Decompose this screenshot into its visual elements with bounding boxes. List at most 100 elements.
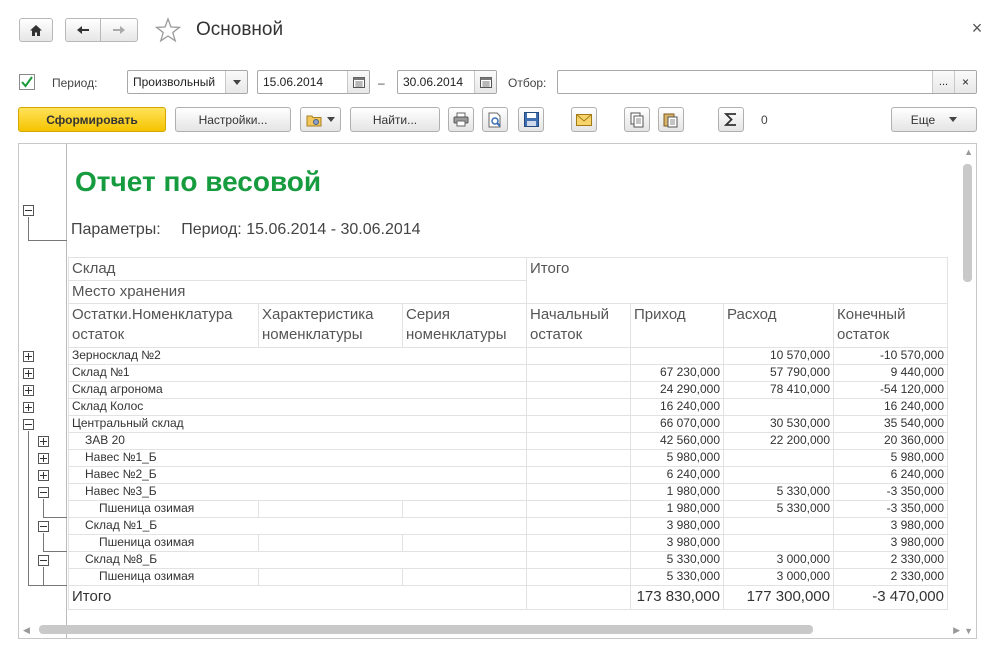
horizontal-scrollbar-thumb[interactable] (39, 625, 813, 634)
header-series: Серия номенклатуры (402, 303, 527, 348)
checkmark-icon (19, 74, 35, 90)
sum-value: 0 (761, 113, 768, 127)
row-characteristic (258, 534, 403, 552)
find-button[interactable]: Найти... (350, 107, 440, 132)
home-button[interactable] (19, 18, 53, 42)
settings-button[interactable]: Настройки... (175, 107, 291, 132)
period-type-select[interactable]: Произвольный (127, 70, 248, 94)
parameters-label: Параметры: (71, 221, 161, 238)
row-expense: 5 330,000 (723, 483, 834, 501)
header-income: Приход (630, 303, 724, 348)
row-opening (526, 381, 631, 399)
row-income: 6 240,000 (630, 466, 724, 484)
print-button[interactable] (448, 107, 474, 132)
row-closing: 9 440,000 (833, 364, 948, 382)
row-opening (526, 517, 631, 535)
expand-row-button[interactable] (23, 368, 34, 379)
filter-clear-button[interactable]: × (954, 71, 976, 93)
more-button[interactable]: Еще (891, 107, 977, 132)
date-to-calendar-button[interactable] (474, 71, 496, 93)
row-name: Склад №1_Б (68, 517, 527, 535)
report-document[interactable]: Отчет по весовой Параметры: Период: 15.0… (18, 143, 977, 639)
table-row: Склад №1_Б 3 980,000 3 980,000 (68, 517, 948, 535)
row-closing: 20 360,000 (833, 432, 948, 450)
expand-row-button[interactable] (23, 402, 34, 413)
print-preview-icon (488, 112, 501, 127)
close-button[interactable]: × (969, 18, 985, 38)
group-line (28, 431, 29, 585)
row-expense: 3 000,000 (723, 551, 834, 569)
row-closing: -3 350,000 (833, 500, 948, 518)
table-row: Склад №8_Б 5 330,000 3 000,000 2 330,000 (68, 551, 948, 569)
more-label: Еще (910, 112, 936, 127)
row-income: 3 980,000 (630, 534, 724, 552)
date-from-calendar-button[interactable] (347, 71, 369, 93)
expand-row-button[interactable] (38, 436, 49, 447)
scroll-up-arrow[interactable]: ▲ (964, 147, 973, 157)
group-line (43, 533, 44, 551)
row-opening (526, 347, 631, 365)
row-name: Зерносклад №2 (68, 347, 527, 365)
report-variants-button[interactable] (300, 107, 341, 132)
collapse-row-button[interactable] (23, 419, 34, 430)
paste-button[interactable] (658, 107, 684, 132)
table-row: Навес №1_Б 5 980,000 5 980,000 (68, 449, 948, 467)
arrow-left-icon (77, 26, 89, 34)
save-button[interactable] (518, 107, 544, 132)
expand-row-button[interactable] (38, 453, 49, 464)
row-income: 5 330,000 (630, 551, 724, 569)
row-expense (723, 398, 834, 416)
scroll-down-arrow[interactable]: ▼ (964, 626, 973, 636)
table-row: Пшеница озимая 3 980,000 3 980,000 (68, 534, 948, 552)
row-expense (723, 449, 834, 467)
row-opening (526, 534, 631, 552)
chevron-down-icon (949, 117, 958, 122)
forward-button[interactable] (100, 18, 138, 42)
date-to-field[interactable]: 30.06.2014 (397, 70, 497, 94)
collapse-row-button[interactable] (38, 555, 49, 566)
header-characteristic: Характеристика номенклатуры (258, 303, 403, 348)
favorite-star-button[interactable] (154, 17, 182, 46)
row-closing: -10 570,000 (833, 347, 948, 365)
date-from-field[interactable]: 15.06.2014 (257, 70, 370, 94)
expand-row-button[interactable] (23, 351, 34, 362)
collapse-row-button[interactable] (38, 521, 49, 532)
printer-icon (453, 112, 469, 127)
send-mail-button[interactable] (571, 107, 597, 132)
scroll-right-arrow[interactable]: ▶ (953, 625, 960, 636)
print-preview-button[interactable] (482, 107, 508, 132)
row-name: Навес №2_Б (68, 466, 527, 484)
collapse-row-button[interactable] (38, 487, 49, 498)
vertical-scrollbar-thumb[interactable] (963, 164, 972, 282)
scroll-left-arrow[interactable]: ◀ (23, 625, 30, 636)
period-label: Период: (52, 76, 98, 90)
row-income: 3 980,000 (630, 517, 724, 535)
header-item: Остатки.Номенклатура остаток (68, 303, 259, 348)
row-closing: 6 240,000 (833, 466, 948, 484)
date-from-value: 15.06.2014 (263, 75, 324, 89)
copy-button[interactable] (624, 107, 650, 132)
row-name: Пшеница озимая (68, 534, 259, 552)
row-closing: 35 540,000 (833, 415, 948, 433)
totals-label: Итого (68, 585, 527, 610)
star-icon (154, 17, 182, 43)
collapse-title-group-button[interactable] (23, 205, 34, 216)
row-name: Навес №1_Б (68, 449, 527, 467)
period-type-dropdown-button[interactable] (225, 71, 247, 93)
back-button[interactable] (65, 18, 101, 42)
expand-row-button[interactable] (23, 385, 34, 396)
period-checkbox[interactable] (19, 74, 35, 90)
row-opening (526, 432, 631, 450)
filter-field[interactable]: ... × (557, 70, 977, 94)
report-parameters: Параметры: Период: 15.06.2014 - 30.06.20… (71, 221, 421, 239)
row-closing: 5 980,000 (833, 449, 948, 467)
row-name: Пшеница озимая (68, 500, 259, 518)
sum-button[interactable] (718, 107, 744, 132)
filter-choose-button[interactable]: ... (932, 71, 954, 93)
row-closing: -54 120,000 (833, 381, 948, 399)
expand-row-button[interactable] (38, 470, 49, 481)
row-closing: -3 350,000 (833, 483, 948, 501)
generate-button[interactable]: Сформировать (18, 107, 166, 132)
row-series (402, 500, 527, 518)
row-expense: 5 330,000 (723, 500, 834, 518)
